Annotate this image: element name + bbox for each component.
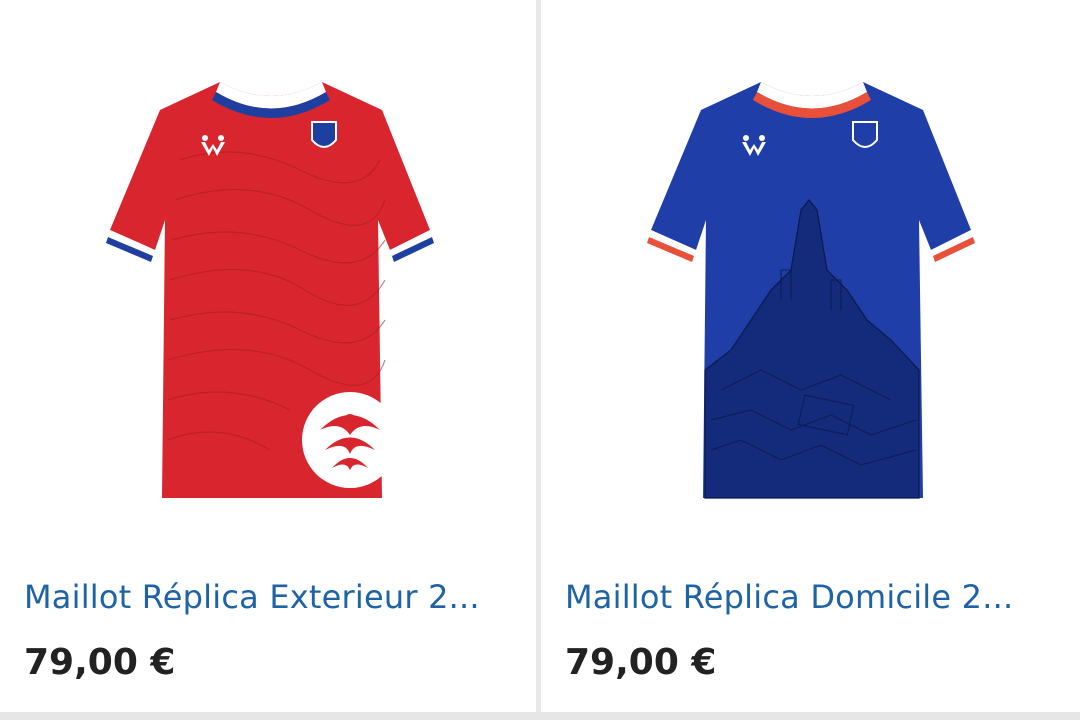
product-price: 79,00 € <box>24 642 176 683</box>
product-title[interactable]: Maillot Réplica Exterieur 2... <box>24 578 480 616</box>
divider <box>0 712 1080 720</box>
product-grid: Maillot Réplica Exterieur 2... 79,00 € M… <box>0 0 1080 720</box>
product-card[interactable]: Maillot Réplica Domicile 2... 79,00 € <box>541 0 1080 712</box>
product-title[interactable]: Maillot Réplica Domicile 2... <box>565 578 1013 616</box>
product-card[interactable]: Maillot Réplica Exterieur 2... 79,00 € <box>0 0 536 712</box>
blue-home-jersey-image[interactable] <box>641 70 981 510</box>
product-price: 79,00 € <box>565 642 717 683</box>
red-away-jersey-image[interactable] <box>100 70 440 510</box>
